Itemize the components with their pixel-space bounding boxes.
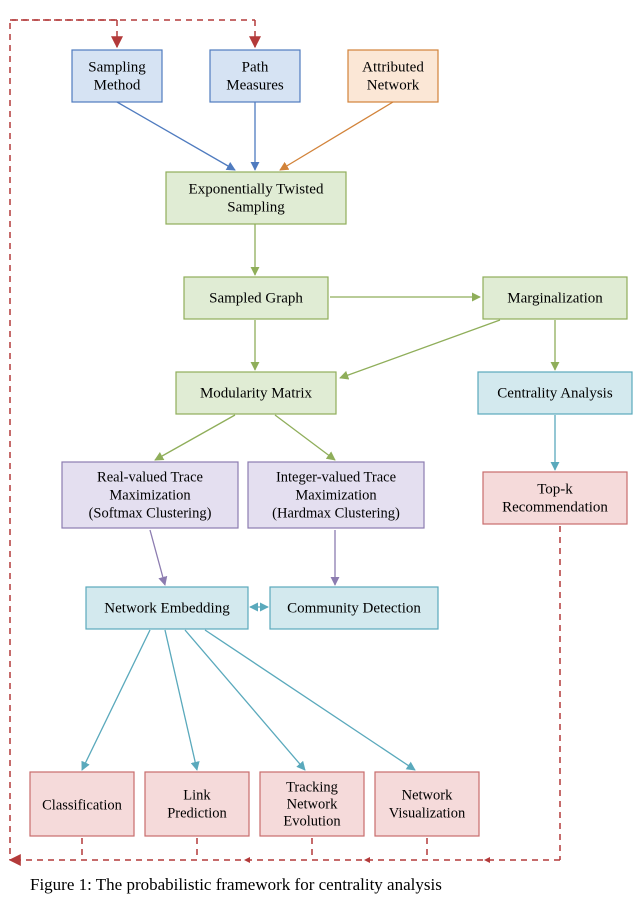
- label: Integer-valued Trace: [276, 469, 396, 485]
- label: (Softmax Clustering): [89, 505, 212, 521]
- node-network-embedding: Network Embedding: [86, 587, 248, 629]
- label: Link: [183, 787, 211, 803]
- label: Path: [242, 59, 269, 75]
- edge-netembed-to-classification: [82, 630, 150, 770]
- node-exp-twisted-sampling: Exponentially Twisted Sampling: [166, 172, 346, 224]
- label: Top-k: [537, 481, 573, 497]
- label: Prediction: [167, 805, 227, 821]
- label: Real-valued Trace: [97, 469, 203, 485]
- edge-attrnet-to-exptwist: [280, 102, 393, 170]
- node-sampling-method: Sampling Method: [72, 50, 162, 102]
- node-marginalization: Marginalization: [483, 277, 627, 319]
- label: Network: [402, 787, 453, 803]
- label: Attributed: [362, 59, 424, 75]
- node-classification: Classification: [30, 772, 134, 836]
- edge-modmatrix-to-realtrace: [155, 415, 235, 460]
- node-network-visualization: Network Visualization: [375, 772, 479, 836]
- edge-netembed-to-netvis: [205, 630, 415, 770]
- label: Community Detection: [287, 600, 421, 616]
- node-centrality-analysis: Centrality Analysis: [478, 372, 632, 414]
- label: Tracking: [286, 779, 338, 795]
- label: Sampling: [227, 199, 285, 215]
- label: Sampling: [88, 59, 146, 75]
- node-topk: Top-k Recommendation: [483, 472, 627, 524]
- node-sampled-graph: Sampled Graph: [184, 277, 328, 319]
- label: Exponentially Twisted: [189, 181, 324, 197]
- label: Maximization: [109, 487, 191, 503]
- figure-caption: Figure 1: The probabilistic framework fo…: [30, 875, 442, 894]
- label: Measures: [226, 77, 284, 93]
- label: Visualization: [389, 805, 466, 821]
- dashed-bus-chevron-2: [364, 857, 370, 863]
- label: Network Embedding: [104, 600, 230, 616]
- node-tracking-evolution: Tracking Network Evolution: [260, 772, 364, 836]
- node-modularity-matrix: Modularity Matrix: [176, 372, 336, 414]
- label: Method: [94, 77, 141, 93]
- label: Network: [367, 77, 420, 93]
- label: Sampled Graph: [209, 290, 303, 306]
- node-community-detection: Community Detection: [270, 587, 438, 629]
- dashed-bus-chevron-1: [244, 857, 250, 863]
- label: (Hardmax Clustering): [272, 505, 400, 521]
- label: Classification: [42, 797, 122, 813]
- edge-netembed-to-linkpred: [165, 630, 197, 770]
- label: Recommendation: [502, 499, 608, 515]
- edge-netembed-to-tracking: [185, 630, 305, 770]
- edge-realtrace-to-netembed: [150, 530, 165, 585]
- node-path-measures: Path Measures: [210, 50, 300, 102]
- node-link-prediction: Link Prediction: [145, 772, 249, 836]
- edge-marginal-to-modmatrix: [340, 320, 500, 378]
- edge-sampmethod-to-exptwist: [117, 102, 235, 170]
- dashed-left-bus: [10, 20, 117, 860]
- node-real-trace: Real-valued Trace Maximization (Softmax …: [62, 462, 238, 528]
- edge-modmatrix-to-inttrace: [275, 415, 335, 460]
- label: Marginalization: [507, 290, 603, 306]
- dashed-bus-chevron-3: [484, 857, 490, 863]
- node-attributed-network: Attributed Network: [348, 50, 438, 102]
- label: Centrality Analysis: [497, 385, 613, 401]
- label: Evolution: [283, 813, 341, 829]
- node-integer-trace: Integer-valued Trace Maximization (Hardm…: [248, 462, 424, 528]
- label: Maximization: [295, 487, 377, 503]
- label: Modularity Matrix: [200, 385, 313, 401]
- label: Network: [287, 796, 338, 812]
